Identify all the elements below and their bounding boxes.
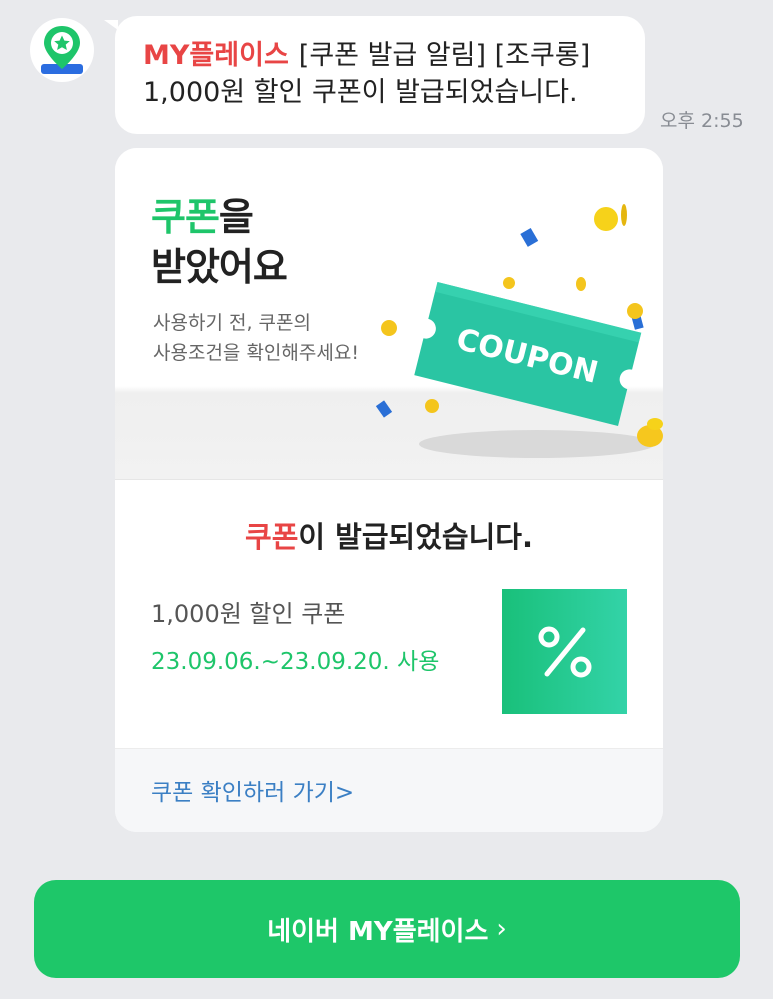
coupon-illustration: COUPON [375, 204, 663, 458]
coupon-percent-badge [502, 589, 627, 714]
issued-title: 쿠폰이 발급되었습니다. [115, 514, 663, 556]
coupon-period: 23.09.06.~23.09.20. 사용 [151, 649, 440, 675]
banner-title-line2: 받았어요 [151, 245, 288, 289]
confetti-blue [520, 227, 539, 247]
message-timestamp: 오후 2:55 [660, 110, 744, 132]
coin [425, 399, 439, 413]
issued-title-highlight: 쿠폰 [245, 520, 299, 554]
coupon-link-row[interactable]: 쿠폰 확인하러 가기> [115, 748, 663, 832]
coin [621, 204, 627, 226]
banner-subtitle-line2: 사용조건을 확인해주세요! [153, 342, 359, 364]
banner-title: 쿠폰을 받았어요 [151, 192, 288, 292]
message-subject: [쿠폰 발급 알림] [조쿠롱] [298, 40, 591, 71]
coupon-card: 쿠폰을 받았어요 사용하기 전, 쿠폰의 사용조건을 확인해주세요! COUPO… [115, 148, 663, 832]
view-coupon-link[interactable]: 쿠폰 확인하러 가기> [151, 773, 354, 807]
banner-title-rest: 을 [218, 195, 254, 239]
message-brand: MY플레이스 [143, 40, 289, 71]
coin [627, 303, 643, 319]
coin [381, 320, 397, 336]
my-place-button-label: 네이버 MY플레이스 [267, 916, 489, 947]
message-bubble: MY플레이스 [쿠폰 발급 알림] [조쿠롱] 1,000원 할인 쿠폰이 발급되… [115, 16, 645, 134]
banner-subtitle-line1: 사용하기 전, 쿠폰의 [153, 312, 311, 334]
coin [647, 418, 663, 430]
issued-title-rest: 이 발급되었습니다. [298, 520, 533, 554]
banner-title-highlight: 쿠폰 [151, 195, 220, 239]
ticket-shadow [419, 430, 655, 458]
message-header: MY플레이스 [쿠폰 발급 알림] [조쿠롱] [143, 38, 621, 74]
percent-icon [538, 626, 591, 677]
coupon-banner: 쿠폰을 받았어요 사용하기 전, 쿠폰의 사용조건을 확인해주세요! COUPO… [115, 148, 663, 480]
coin [576, 277, 586, 291]
coin [503, 277, 515, 289]
message-body: 1,000원 할인 쿠폰이 발급되었습니다. [143, 77, 578, 108]
map-pin-star-icon [41, 26, 83, 74]
my-place-button[interactable]: 네이버 MY플레이스 › [34, 880, 740, 978]
chevron-right-icon: › [496, 914, 507, 944]
confetti-blue [375, 400, 393, 418]
coin [594, 207, 618, 231]
coupon-name: 1,000원 할인 쿠폰 [151, 600, 346, 628]
banner-subtitle: 사용하기 전, 쿠폰의 사용조건을 확인해주세요! [153, 308, 359, 368]
sender-avatar[interactable] [30, 18, 94, 82]
